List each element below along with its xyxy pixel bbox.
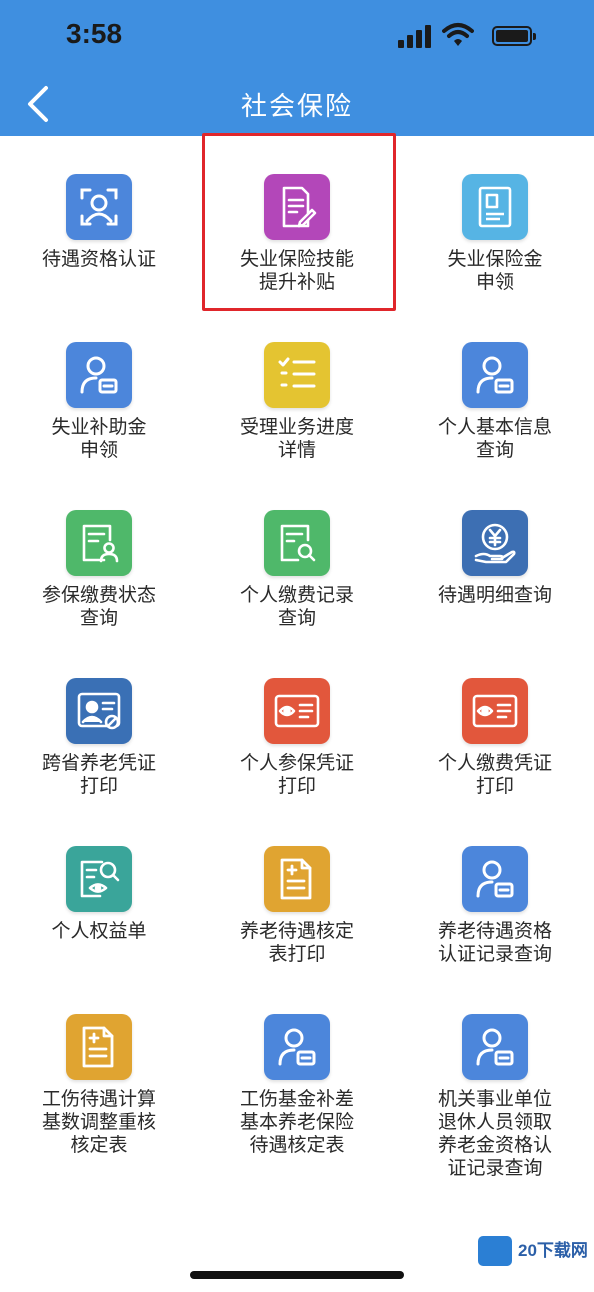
service-label: 待遇明细查询 xyxy=(437,584,552,606)
service-label: 参保缴费状态 查询 xyxy=(41,584,156,629)
eye-card-icon xyxy=(264,678,330,744)
service-item-personal-info[interactable]: 个人基本信息 查询 xyxy=(396,304,594,472)
service-item-qualification-auth[interactable]: 待遇资格认证 xyxy=(0,136,198,304)
service-item-cross-province-print[interactable]: 跨省养老凭证 打印 xyxy=(0,640,198,808)
service-label: 跨省养老凭证 打印 xyxy=(41,752,156,797)
service-label: 工伤基金补差 基本养老保险 待遇核定表 xyxy=(239,1088,354,1156)
status-time: 3:58 xyxy=(66,18,123,49)
service-label: 受理业务进度 详情 xyxy=(239,416,354,461)
person-card-icon xyxy=(462,846,528,912)
service-label: 个人缴费凭证 打印 xyxy=(437,752,552,797)
service-label: 待遇资格认证 xyxy=(41,248,156,270)
service-item-institution-retiree-auth[interactable]: 机关事业单位 退休人员领取 养老金资格认 证记录查询 xyxy=(396,976,594,1179)
person-card-icon xyxy=(462,342,528,408)
service-item-unemployment-benefit[interactable]: 失业保险金 申领 xyxy=(396,136,594,304)
yuan-hand-icon xyxy=(462,510,528,576)
service-label: 个人权益单 xyxy=(51,920,147,942)
home-indicator[interactable] xyxy=(190,1271,404,1279)
service-label: 工伤待遇计算 基数调整重核 核定表 xyxy=(41,1088,156,1156)
service-label: 失业补助金 申领 xyxy=(51,416,147,461)
service-label: 个人参保凭证 打印 xyxy=(239,752,354,797)
service-label: 养老待遇核定 表打印 xyxy=(239,920,354,965)
service-item-progress-detail[interactable]: 受理业务进度 详情 xyxy=(198,304,396,472)
eye-card-icon xyxy=(462,678,528,744)
service-item-injury-base-adjust[interactable]: 工伤待遇计算 基数调整重核 核定表 xyxy=(0,976,198,1166)
service-item-benefit-detail[interactable]: 待遇明细查询 xyxy=(396,472,594,640)
highlight-box xyxy=(202,133,396,311)
person-card-icon xyxy=(462,1014,528,1080)
doc-plus-icon xyxy=(66,1014,132,1080)
watermark-logo-icon xyxy=(478,1236,512,1266)
face-scan-icon xyxy=(66,174,132,240)
header-bar: 3:58 社会保险 xyxy=(0,0,594,136)
id-document-icon xyxy=(462,174,528,240)
service-item-payment-certificate[interactable]: 个人缴费凭证 打印 xyxy=(396,640,594,808)
wifi-icon xyxy=(442,23,474,46)
service-label: 个人基本信息 查询 xyxy=(437,416,552,461)
id-badge-icon xyxy=(66,678,132,744)
service-label: 个人缴费记录 查询 xyxy=(239,584,354,629)
service-item-insurance-certificate[interactable]: 个人参保凭证 打印 xyxy=(198,640,396,808)
battery-icon xyxy=(492,26,536,46)
service-item-rights-statement[interactable]: 个人权益单 xyxy=(0,808,198,976)
checklist-icon xyxy=(264,342,330,408)
signal-icon xyxy=(398,24,432,48)
doc-person-icon xyxy=(66,510,132,576)
doc-plus-icon xyxy=(264,846,330,912)
page-title: 社会保险 xyxy=(240,92,353,122)
service-item-pension-auth-records[interactable]: 养老待遇资格 认证记录查询 xyxy=(396,808,594,976)
watermark-text: 20下载网 xyxy=(518,1241,588,1260)
service-item-pension-verify-print[interactable]: 养老待遇核定 表打印 xyxy=(198,808,396,976)
doc-search-eye-icon xyxy=(66,846,132,912)
person-card-icon xyxy=(264,1014,330,1080)
service-label: 机关事业单位 退休人员领取 养老金资格认 证记录查询 xyxy=(437,1088,552,1179)
watermark: 20下载网 xyxy=(478,1234,588,1268)
service-label: 失业保险金 申领 xyxy=(447,248,543,293)
service-item-injury-fund-pension[interactable]: 工伤基金补差 基本养老保险 待遇核定表 xyxy=(198,976,396,1166)
service-item-payment-status[interactable]: 参保缴费状态 查询 xyxy=(0,472,198,640)
doc-search-icon xyxy=(264,510,330,576)
service-item-unemployment-aid[interactable]: 失业补助金 申领 xyxy=(0,304,198,472)
service-item-payment-records[interactable]: 个人缴费记录 查询 xyxy=(198,472,396,640)
person-card-icon xyxy=(66,342,132,408)
service-label: 养老待遇资格 认证记录查询 xyxy=(437,920,552,965)
